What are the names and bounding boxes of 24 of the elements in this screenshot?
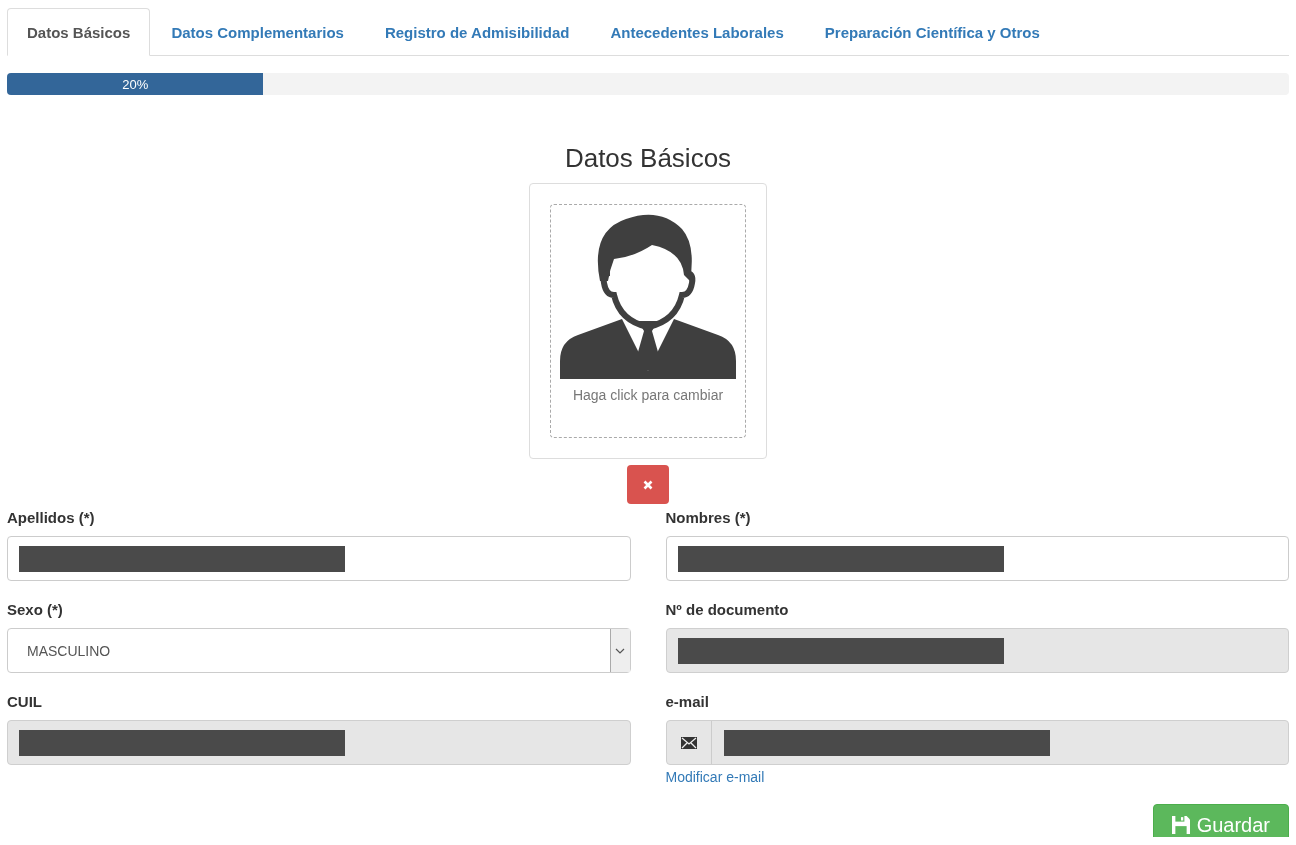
close-icon xyxy=(643,479,653,490)
field-label: CUIL xyxy=(7,692,42,712)
tab[interactable]: Datos Complementarios xyxy=(151,8,364,56)
caret-icon xyxy=(609,629,630,672)
progress-label: 20% xyxy=(122,76,149,92)
field-label: Nombres (*) xyxy=(665,508,751,528)
input-field[interactable] xyxy=(7,536,631,581)
select-field[interactable]: MASCULINO xyxy=(7,628,631,673)
select-value: MASCULINO xyxy=(27,642,111,659)
field-label: Apellidos (*) xyxy=(7,508,95,528)
delete-photo-button[interactable] xyxy=(627,465,669,504)
tab[interactable]: Antecedentes Laborales xyxy=(590,8,804,56)
tab[interactable]: Preparación Científica y Otros xyxy=(804,8,1060,56)
tab[interactable]: Registro de Admisibilidad xyxy=(364,8,590,56)
input-field[interactable] xyxy=(665,536,1289,581)
tab[interactable]: Datos Básicos xyxy=(7,8,151,56)
field-label: e-mail xyxy=(665,692,709,712)
field-label: Sexo (*) xyxy=(7,600,63,620)
save-button[interactable]: Guardar xyxy=(1152,804,1289,837)
field-label: Nº de documento xyxy=(665,600,789,620)
photo-hint: Haga click para cambiar xyxy=(572,387,724,403)
photo-upload-area[interactable]: Haga click para cambiar xyxy=(550,204,746,438)
section-title: Datos Básicos xyxy=(563,143,733,173)
envelope-icon xyxy=(680,736,697,749)
